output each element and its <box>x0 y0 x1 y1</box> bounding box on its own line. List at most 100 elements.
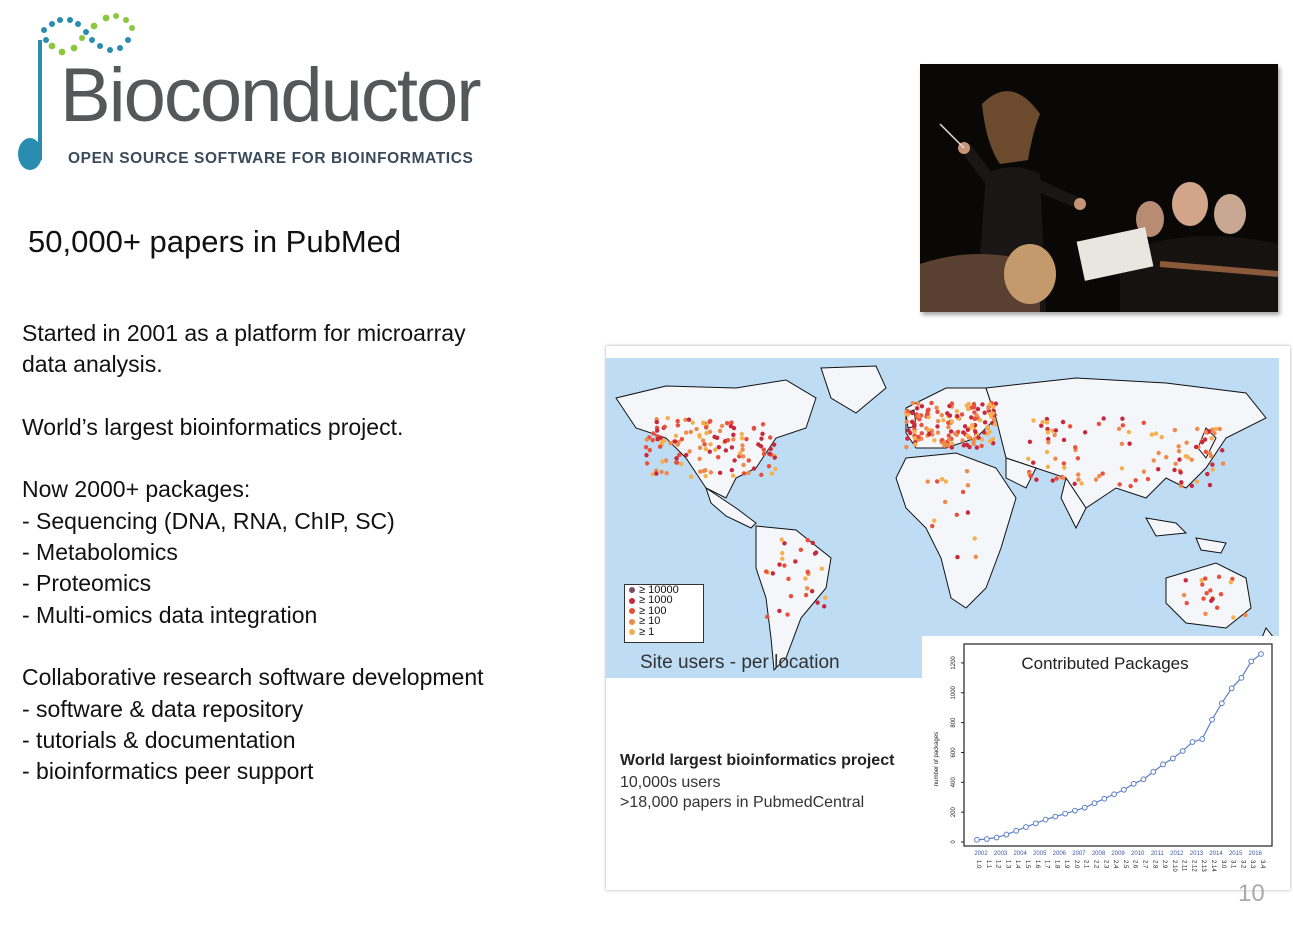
data-point <box>1091 800 1098 807</box>
data-point <box>1013 827 1020 834</box>
map-user-dot <box>1034 477 1039 482</box>
data-point <box>1169 755 1176 762</box>
x-version-label: 1.4 <box>1014 860 1020 869</box>
map-user-dot <box>1079 481 1084 486</box>
map-user-dot <box>982 410 987 415</box>
map-user-dot <box>703 446 709 452</box>
map-user-dot <box>1046 440 1051 445</box>
map-user-dot <box>1127 441 1132 446</box>
map-user-dot <box>687 449 692 454</box>
body-line: - Proteomics <box>22 570 152 597</box>
body-line: Now 2000+ packages: <box>22 476 251 503</box>
data-point <box>1150 768 1157 775</box>
map-user-dot <box>759 472 764 478</box>
map-user-dot <box>731 437 736 442</box>
map-user-dot <box>782 563 787 568</box>
map-user-dot <box>729 445 735 450</box>
x-version-label: 1.1 <box>985 860 991 869</box>
map-user-dot <box>678 461 684 467</box>
map-user-dot <box>1061 437 1067 443</box>
map-user-dot <box>756 442 761 447</box>
map-user-dot <box>675 418 680 424</box>
map-user-dot <box>729 467 735 473</box>
body-line: data analysis. <box>22 351 163 378</box>
map-user-dot <box>772 455 777 460</box>
data-point <box>1179 748 1186 754</box>
map-user-dot <box>703 473 708 479</box>
map-user-dot <box>1076 472 1081 477</box>
map-user-dot <box>1184 440 1189 445</box>
map-user-dot <box>644 452 649 458</box>
map-user-dot <box>945 411 950 416</box>
x-version-label: 2.1 <box>1083 860 1089 869</box>
x-version-label: 2.4 <box>1112 860 1118 869</box>
map-user-dot <box>1217 426 1222 432</box>
map-user-dot <box>965 483 971 488</box>
x-year-label: 2007 <box>1072 851 1086 857</box>
headline: 50,000+ papers in PubMed <box>28 224 402 259</box>
x-version-label: 3.0 <box>1220 860 1226 869</box>
map-user-dot <box>946 437 952 443</box>
map-user-dot <box>1243 612 1248 618</box>
map-user-dot <box>1054 476 1059 481</box>
map-user-dot <box>949 445 955 450</box>
map-user-dot <box>643 445 649 450</box>
papers-count: >18,000 papers in PubmedCentral <box>620 794 865 811</box>
map-user-dot <box>919 422 924 428</box>
map-user-dot <box>941 418 946 423</box>
map-user-dot <box>708 442 713 447</box>
map-user-dot <box>1052 432 1057 438</box>
map-user-dot <box>751 466 757 471</box>
x-version-label: 1.7 <box>1044 860 1050 869</box>
x-version-label: 1.0 <box>975 860 981 869</box>
data-point <box>1072 807 1078 814</box>
x-version-label: 3.1 <box>1230 860 1236 869</box>
y-tick-label: 600 <box>951 747 957 758</box>
map-user-dot <box>1096 421 1102 427</box>
body-line: - Multi-omics data integration <box>22 601 318 628</box>
map-user-dot <box>1199 439 1205 445</box>
map-user-dot <box>768 446 773 452</box>
map-user-dot <box>986 406 991 411</box>
data-point <box>1023 824 1029 830</box>
map-user-dot <box>973 429 978 434</box>
legend-dot-icon <box>629 618 635 625</box>
map-user-dot <box>1204 591 1209 596</box>
map-user-dot <box>942 443 947 449</box>
map-user-dot <box>982 420 988 425</box>
data-point <box>1032 820 1039 827</box>
map-user-dot <box>926 427 931 432</box>
map-user-dot <box>916 434 921 440</box>
map-user-dot <box>972 416 977 421</box>
map-user-dot <box>1026 456 1031 461</box>
data-point <box>1228 685 1235 692</box>
map-user-dot <box>952 431 958 436</box>
map-user-dot <box>662 438 667 443</box>
map-user-dot <box>688 474 694 479</box>
y-tick-label: 0 <box>951 840 957 844</box>
map-user-dot <box>1203 449 1208 455</box>
map-user-dot <box>1120 416 1125 421</box>
map-user-dot <box>1153 431 1159 436</box>
map-user-dot <box>1133 478 1138 483</box>
map-user-dot <box>713 447 718 452</box>
map-user-dot <box>991 404 996 409</box>
map-user-dot <box>919 431 924 436</box>
map-user-dot <box>815 600 820 605</box>
y-tick-label: 1200 <box>951 656 957 670</box>
map-user-dot <box>724 420 730 426</box>
map-user-dot <box>974 445 980 450</box>
map-user-dot <box>987 402 993 407</box>
map-user-dot <box>654 428 660 433</box>
map-user-dot <box>1050 478 1055 483</box>
x-version-label: 1.9 <box>1063 860 1069 869</box>
map-user-dot <box>703 425 709 430</box>
body-line: Collaborative research software developm… <box>22 664 484 691</box>
map-user-dot <box>1044 449 1050 455</box>
map-user-dot <box>904 444 909 450</box>
x-version-label: 1.8 <box>1053 860 1059 869</box>
map-user-dot <box>1231 615 1236 620</box>
map-user-dot <box>740 443 745 448</box>
x-year-label: 2014 <box>1209 851 1223 857</box>
map-user-dot <box>697 445 703 451</box>
